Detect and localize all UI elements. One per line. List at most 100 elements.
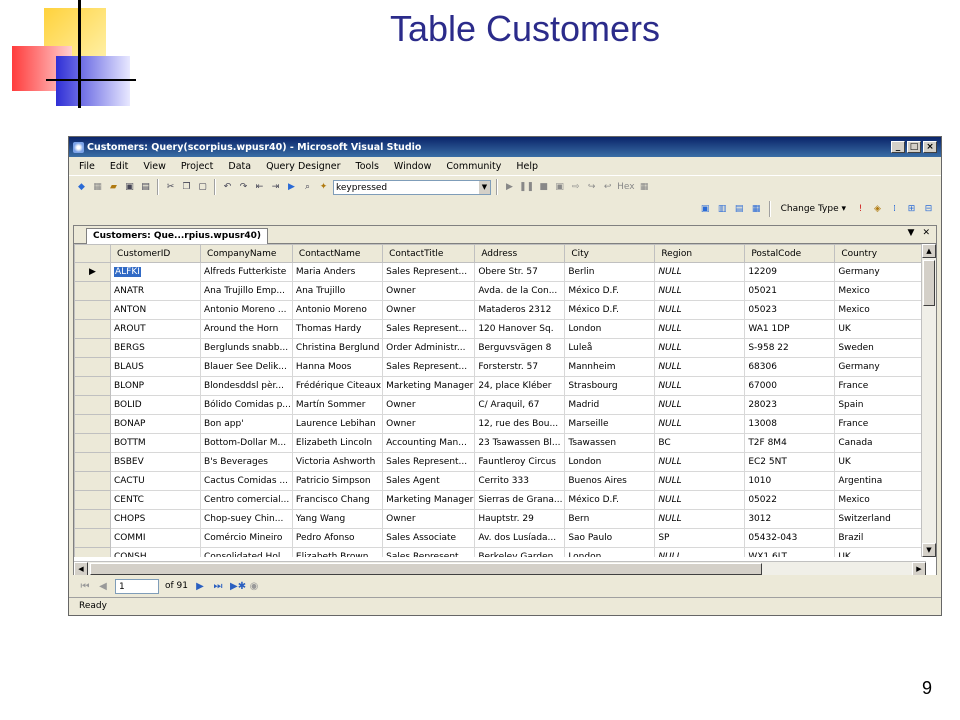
- table-cell[interactable]: ANATR: [110, 281, 201, 301]
- table-row[interactable]: CONSH Consolidated Hol... Elizabeth Brown S…: [74, 547, 926, 557]
- table-cell[interactable]: UK: [834, 547, 926, 557]
- table-cell[interactable]: Marketing Manager: [382, 376, 476, 396]
- row-selector[interactable]: [74, 490, 111, 510]
- table-row[interactable]: BONAP Bon app' Laurence Lebihan Owner 12, ru…: [74, 414, 926, 434]
- current-record-input[interactable]: 1: [115, 578, 159, 594]
- table-cell[interactable]: Blauer See Delik...: [200, 357, 293, 377]
- table-row[interactable]: BOTTM Bottom-Dollar M... Elizabeth Lincoln…: [74, 433, 926, 453]
- table-cell[interactable]: BLAUS: [110, 357, 201, 377]
- vertical-scrollbar[interactable]: ▲ ▼: [921, 244, 936, 557]
- menu-edit[interactable]: Edit: [110, 161, 128, 172]
- table-cell[interactable]: Berglunds snabb...: [200, 338, 293, 358]
- table-cell[interactable]: Spain: [834, 395, 926, 415]
- table-cell[interactable]: ANTON: [110, 300, 201, 320]
- save-icon[interactable]: ▣: [123, 180, 136, 194]
- table-cell[interactable]: Comércio Mineiro: [200, 528, 293, 548]
- table-cell[interactable]: Avda. de la Con...: [474, 281, 566, 301]
- table-cell[interactable]: Ana Trujillo Emp...: [200, 281, 293, 301]
- next-record-icon[interactable]: ▶: [194, 581, 206, 592]
- table-cell[interactable]: London: [564, 452, 656, 472]
- table-cell[interactable]: CHOPS: [110, 509, 201, 529]
- chevron-down-icon[interactable]: ▼: [479, 180, 490, 194]
- new-project-icon[interactable]: ◆: [75, 180, 88, 194]
- scroll-left-icon[interactable]: ◀: [74, 562, 88, 576]
- scroll-right-icon[interactable]: ▶: [912, 562, 926, 576]
- table-cell[interactable]: CACTU: [110, 471, 201, 491]
- table-cell[interactable]: ALFKI: [110, 262, 201, 282]
- column-header[interactable]: PostalCode: [744, 244, 836, 263]
- step-into-icon[interactable]: ⇨: [569, 180, 582, 194]
- table-cell[interactable]: Centro comercial...: [200, 490, 293, 510]
- table-cell[interactable]: CENTC: [110, 490, 201, 510]
- hex-toggle[interactable]: Hex: [617, 180, 634, 194]
- table-cell[interactable]: Owner: [382, 300, 476, 320]
- table-cell[interactable]: Martín Sommer: [291, 395, 384, 415]
- table-cell[interactable]: EC2 5NT: [744, 452, 836, 472]
- table-cell[interactable]: Sales Represent...: [382, 452, 476, 472]
- table-cell[interactable]: 05432-043: [744, 528, 836, 548]
- table-cell[interactable]: BOTTM: [110, 433, 201, 453]
- table-cell[interactable]: Chop-suey Chin...: [200, 509, 293, 529]
- table-cell[interactable]: Madrid: [564, 395, 656, 415]
- table-cell[interactable]: Elizabeth Lincoln: [291, 433, 384, 453]
- table-cell[interactable]: Accounting Man...: [382, 433, 476, 453]
- paste-icon[interactable]: ▢: [196, 180, 209, 194]
- table-cell[interactable]: NULL: [654, 414, 746, 434]
- step-over-icon[interactable]: ↪: [585, 180, 598, 194]
- row-selector[interactable]: [74, 509, 111, 529]
- table-cell[interactable]: Berlin: [564, 262, 656, 282]
- column-header[interactable]: ContactTitle: [382, 244, 476, 263]
- menu-tools[interactable]: Tools: [356, 161, 379, 172]
- table-cell[interactable]: Bottom-Dollar M...: [200, 433, 293, 453]
- menu-data[interactable]: Data: [228, 161, 251, 172]
- table-cell[interactable]: Cerrito 333: [474, 471, 566, 491]
- table-cell[interactable]: 23 Tsawassen Bl...: [474, 433, 566, 453]
- table-cell[interactable]: S-958 22: [744, 338, 836, 358]
- table-cell[interactable]: Frédérique Citeaux: [291, 376, 384, 396]
- table-cell[interactable]: Mataderos 2312: [474, 300, 566, 320]
- table-row[interactable]: ANATR Ana Trujillo Emp... Ana Trujillo Owne…: [74, 281, 926, 301]
- row-selector[interactable]: [74, 281, 111, 301]
- table-cell[interactable]: UK: [834, 319, 926, 339]
- table-cell[interactable]: México D.F.: [564, 281, 656, 301]
- table-cell[interactable]: Around the Horn: [200, 319, 293, 339]
- table-cell[interactable]: Owner: [382, 395, 476, 415]
- table-cell[interactable]: Patricio Simpson: [291, 471, 384, 491]
- table-cell[interactable]: AROUT: [110, 319, 201, 339]
- table-row[interactable]: COMMI Comércio Mineiro Pedro Afonso Sales A…: [74, 528, 926, 548]
- menu-query-designer[interactable]: Query Designer: [266, 161, 340, 172]
- table-cell[interactable]: Sales Represent...: [382, 262, 476, 282]
- table-cell[interactable]: 05023: [744, 300, 836, 320]
- row-selector[interactable]: [74, 376, 111, 396]
- menu-community[interactable]: Community: [446, 161, 501, 172]
- row-selector[interactable]: [74, 319, 111, 339]
- navigate-backward-icon[interactable]: ⇤: [253, 180, 266, 194]
- table-cell[interactable]: Thomas Hardy: [291, 319, 384, 339]
- table-cell[interactable]: Sales Associate: [382, 528, 476, 548]
- table-cell[interactable]: Bon app': [200, 414, 293, 434]
- start-debugging-icon[interactable]: ▶: [285, 180, 298, 194]
- table-row[interactable]: ▶ ALFKI Alfreds Futterkiste Maria Anders Sal…: [74, 262, 926, 282]
- table-cell[interactable]: Obere Str. 57: [474, 262, 566, 282]
- table-cell[interactable]: BERGS: [110, 338, 201, 358]
- table-cell[interactable]: Buenos Aires: [564, 471, 656, 491]
- column-header[interactable]: Region: [654, 244, 746, 263]
- navigate-forward-icon[interactable]: ⇥: [269, 180, 282, 194]
- table-cell[interactable]: Strasbourg: [564, 376, 656, 396]
- cut-icon[interactable]: ✂: [164, 180, 177, 194]
- scroll-up-icon[interactable]: ▲: [922, 244, 936, 258]
- table-cell[interactable]: México D.F.: [564, 490, 656, 510]
- table-cell[interactable]: NULL: [654, 262, 746, 282]
- menu-project[interactable]: Project: [181, 161, 214, 172]
- table-cell[interactable]: France: [834, 376, 926, 396]
- table-cell[interactable]: BOLID: [110, 395, 201, 415]
- table-cell[interactable]: 120 Hanover Sq.: [474, 319, 566, 339]
- table-cell[interactable]: Christina Berglund: [291, 338, 384, 358]
- add-derived-table-icon[interactable]: ⊟: [922, 202, 935, 216]
- table-cell[interactable]: Mexico: [834, 300, 926, 320]
- table-cell[interactable]: Berguvsvägen 8: [474, 338, 566, 358]
- table-cell[interactable]: Sao Paulo: [564, 528, 656, 548]
- table-row[interactable]: ANTON Antonio Moreno ... Antonio Moreno Own…: [74, 300, 926, 320]
- table-row[interactable]: BLONP Blondesddsl pèr... Frédérique Citeau…: [74, 376, 926, 396]
- row-selector[interactable]: [74, 414, 111, 434]
